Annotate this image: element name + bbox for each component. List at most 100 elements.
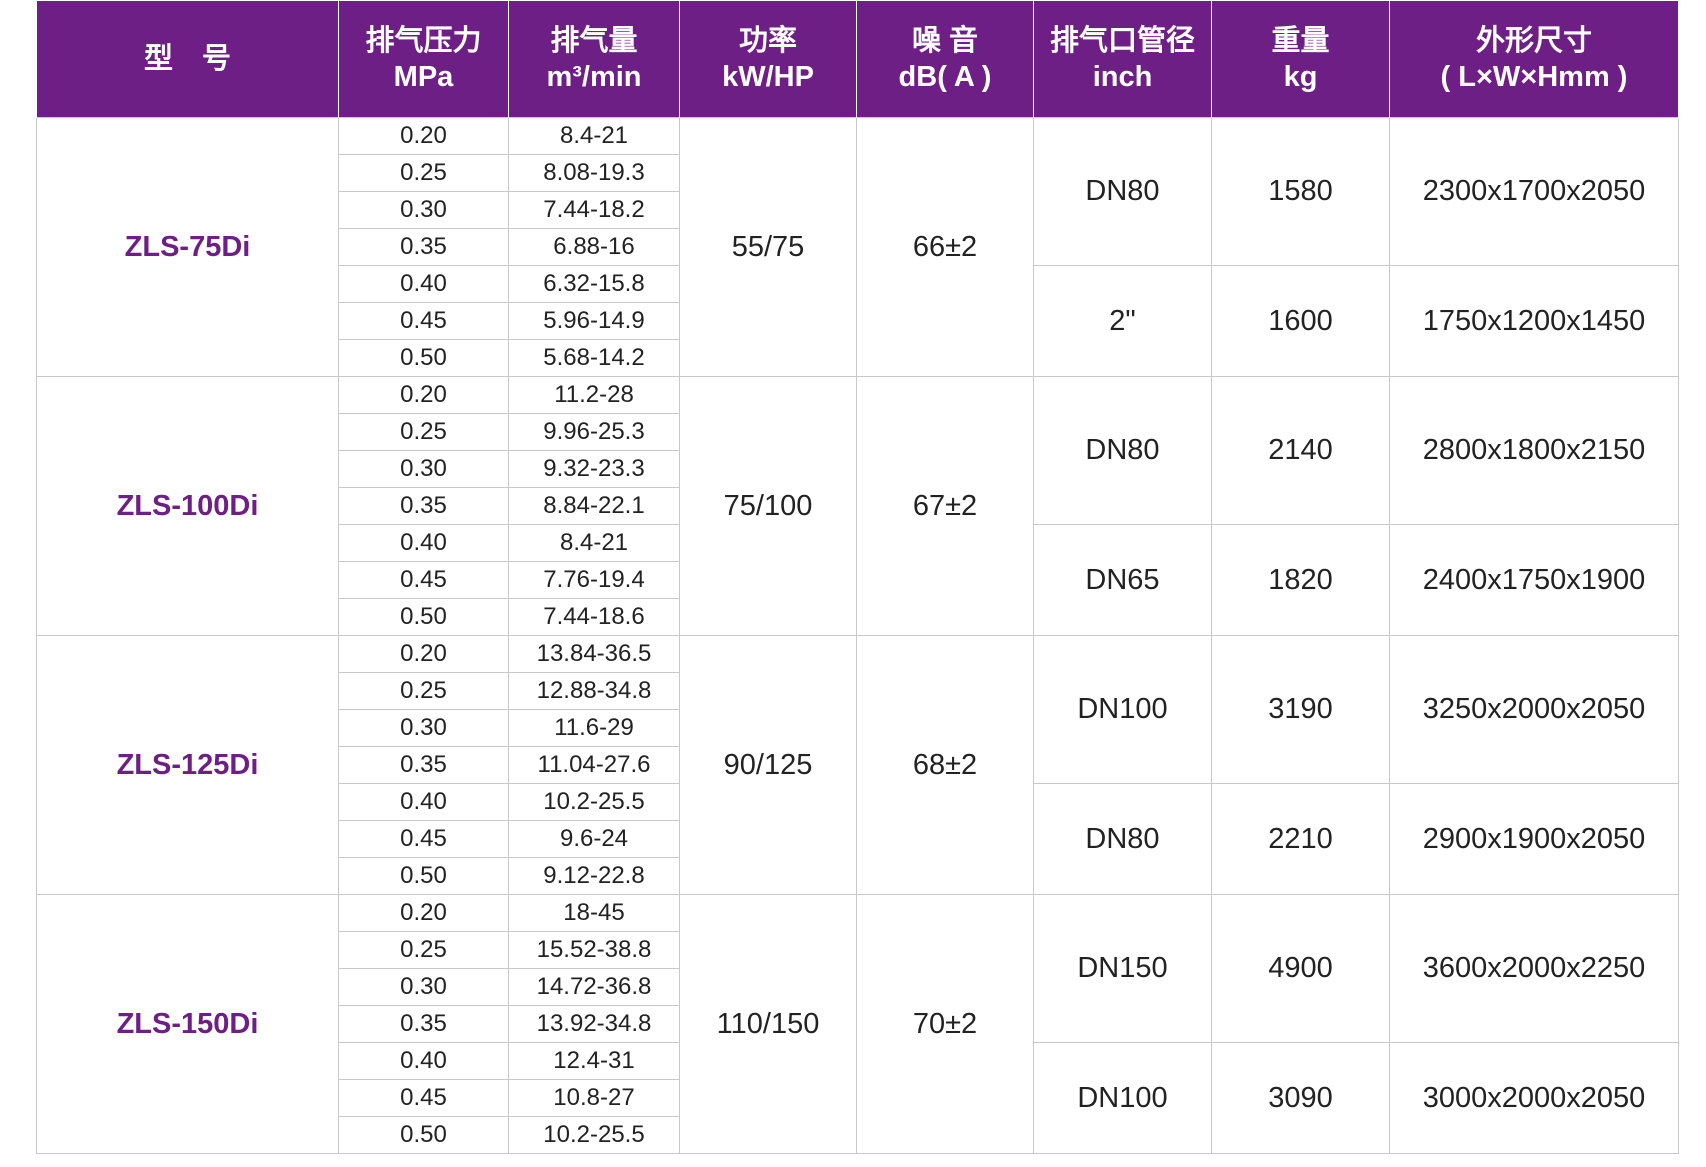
outlet-cell: DN100 bbox=[1033, 635, 1212, 784]
table-row: ZLS-150Di 0.20 18-45 110/150 70±2 DN150 4900 36… bbox=[36, 894, 1679, 1154]
flow-cell: 9.6-24 bbox=[508, 820, 680, 858]
pressure-cell: 0.35 bbox=[338, 746, 509, 784]
flow-cell: 8.84-22.1 bbox=[508, 487, 680, 525]
header-weight: 重量 kg bbox=[1211, 1, 1390, 118]
weight-cell: 3190 bbox=[1211, 635, 1390, 784]
model-name: ZLS-75Di bbox=[36, 117, 339, 377]
flow-cell: 6.32-15.8 bbox=[508, 265, 680, 303]
model-name: ZLS-125Di bbox=[36, 635, 339, 895]
flow-cell: 6.88-16 bbox=[508, 228, 680, 266]
flow-cell: 9.12-22.8 bbox=[508, 857, 680, 895]
flow-cell: 12.88-34.8 bbox=[508, 672, 680, 710]
dimensions-cell: 3250x2000x2050 bbox=[1389, 635, 1679, 784]
header-row: 型 号 排气压力 MPa 排气量 m³/min 功率 kW/HP 噪 音 dB( A )… bbox=[36, 1, 1679, 118]
dimensions-cell: 3600x2000x2250 bbox=[1389, 894, 1679, 1043]
outlet-cell: DN100 bbox=[1033, 1042, 1212, 1154]
dimensions-cell: 2900x1900x2050 bbox=[1389, 783, 1679, 895]
pressure-cell: 0.25 bbox=[338, 672, 509, 710]
flow-cell: 9.32-23.3 bbox=[508, 450, 680, 488]
flow-cell: 10.2-25.5 bbox=[508, 1116, 680, 1154]
pressure-cell: 0.20 bbox=[338, 894, 509, 932]
weight-cell: 1600 bbox=[1211, 265, 1390, 377]
pressure-cell: 0.20 bbox=[338, 635, 509, 673]
pressure-cell: 0.40 bbox=[338, 524, 509, 562]
flow-cell: 11.2-28 bbox=[508, 376, 680, 414]
flow-cell: 7.44-18.2 bbox=[508, 191, 680, 229]
flow-cell: 5.96-14.9 bbox=[508, 302, 680, 340]
header-dimensions: 外形尺寸( L×W×Hmm ) bbox=[1389, 1, 1679, 118]
flow-cell: 15.52-38.8 bbox=[508, 931, 680, 969]
pressure-cell: 0.45 bbox=[338, 820, 509, 858]
weight-cell: 4900 bbox=[1211, 894, 1390, 1043]
spec-body: ZLS-75Di 0.20 8.4-21 55/75 66±2 DN80 1580 2300x… bbox=[36, 117, 1679, 1154]
flow-cell: 8.4-21 bbox=[508, 524, 680, 562]
pressure-cell: 0.40 bbox=[338, 265, 509, 303]
pressure-cell: 0.30 bbox=[338, 450, 509, 488]
pressure-cell: 0.50 bbox=[338, 339, 509, 377]
dimensions-cell: 2300x1700x2050 bbox=[1389, 117, 1679, 266]
weight-cell: 1820 bbox=[1211, 524, 1390, 636]
flow-cell: 10.2-25.5 bbox=[508, 783, 680, 821]
flow-cell: 18-45 bbox=[508, 894, 680, 932]
table-row: ZLS-125Di 0.20 13.84-36.5 90/125 68±2 DN100 31… bbox=[36, 635, 1679, 895]
pressure-cell: 0.30 bbox=[338, 191, 509, 229]
pressure-cell: 0.30 bbox=[338, 709, 509, 747]
pressure-cell: 0.45 bbox=[338, 561, 509, 599]
flow-cell: 13.92-34.8 bbox=[508, 1005, 680, 1043]
dimensions-cell: 2800x1800x2150 bbox=[1389, 376, 1679, 525]
outlet-cell: 2" bbox=[1033, 265, 1212, 377]
pressure-cell: 0.40 bbox=[338, 1042, 509, 1080]
outlet-cell: DN80 bbox=[1033, 783, 1212, 895]
flow-cell: 7.76-19.4 bbox=[508, 561, 680, 599]
power-cell: 90/125 bbox=[679, 635, 857, 895]
noise-cell: 70±2 bbox=[856, 894, 1034, 1154]
outlet-cell: DN65 bbox=[1033, 524, 1212, 636]
weight-cell: 2140 bbox=[1211, 376, 1390, 525]
power-cell: 110/150 bbox=[679, 894, 857, 1154]
noise-cell: 68±2 bbox=[856, 635, 1034, 895]
header-outlet: 排气口管径 inch bbox=[1033, 1, 1212, 118]
table-row: ZLS-75Di 0.20 8.4-21 55/75 66±2 DN80 1580 2300x… bbox=[36, 117, 1679, 377]
pressure-cell: 0.20 bbox=[338, 376, 509, 414]
pressure-cell: 0.25 bbox=[338, 413, 509, 451]
flow-cell: 8.4-21 bbox=[508, 117, 680, 155]
model-name: ZLS-150Di bbox=[36, 894, 339, 1154]
outlet-cell: DN80 bbox=[1033, 117, 1212, 266]
flow-cell: 8.08-19.3 bbox=[508, 154, 680, 192]
dimensions-cell: 2400x1750x1900 bbox=[1389, 524, 1679, 636]
table-row: ZLS-100Di 0.20 11.2-28 75/100 67±2 DN80 2140 28… bbox=[36, 376, 1679, 636]
pressure-cell: 0.50 bbox=[338, 1116, 509, 1154]
power-cell: 75/100 bbox=[679, 376, 857, 636]
pressure-cell: 0.45 bbox=[338, 302, 509, 340]
flow-cell: 7.44-18.6 bbox=[508, 598, 680, 636]
header-model: 型 号 bbox=[36, 1, 339, 118]
pressure-cell: 0.50 bbox=[338, 857, 509, 895]
outlet-cell: DN150 bbox=[1033, 894, 1212, 1043]
pressure-cell: 0.45 bbox=[338, 1079, 509, 1117]
pressure-cell: 0.35 bbox=[338, 1005, 509, 1043]
noise-cell: 66±2 bbox=[856, 117, 1034, 377]
pressure-cell: 0.20 bbox=[338, 117, 509, 155]
spec-table: 型 号 排气压力 MPa 排气量 m³/min 功率 kW/HP 噪 音 dB( A )… bbox=[36, 1, 1679, 1154]
pressure-cell: 0.35 bbox=[338, 487, 509, 525]
pressure-cell: 0.35 bbox=[338, 228, 509, 266]
header-pressure: 排气压力 MPa bbox=[338, 1, 509, 118]
flow-cell: 11.04-27.6 bbox=[508, 746, 680, 784]
flow-cell: 5.68-14.2 bbox=[508, 339, 680, 377]
dimensions-cell: 3000x2000x2050 bbox=[1389, 1042, 1679, 1154]
header-power: 功率 kW/HP bbox=[679, 1, 857, 118]
flow-cell: 9.96-25.3 bbox=[508, 413, 680, 451]
flow-cell: 12.4-31 bbox=[508, 1042, 680, 1080]
pressure-cell: 0.40 bbox=[338, 783, 509, 821]
noise-cell: 67±2 bbox=[856, 376, 1034, 636]
header-noise: 噪 音 dB( A ) bbox=[856, 1, 1034, 118]
flow-cell: 11.6-29 bbox=[508, 709, 680, 747]
weight-cell: 1580 bbox=[1211, 117, 1390, 266]
header-flow: 排气量 m³/min bbox=[508, 1, 680, 118]
pressure-cell: 0.25 bbox=[338, 931, 509, 969]
flow-cell: 14.72-36.8 bbox=[508, 968, 680, 1006]
model-name: ZLS-100Di bbox=[36, 376, 339, 636]
weight-cell: 3090 bbox=[1211, 1042, 1390, 1154]
dimensions-cell: 1750x1200x1450 bbox=[1389, 265, 1679, 377]
weight-cell: 2210 bbox=[1211, 783, 1390, 895]
